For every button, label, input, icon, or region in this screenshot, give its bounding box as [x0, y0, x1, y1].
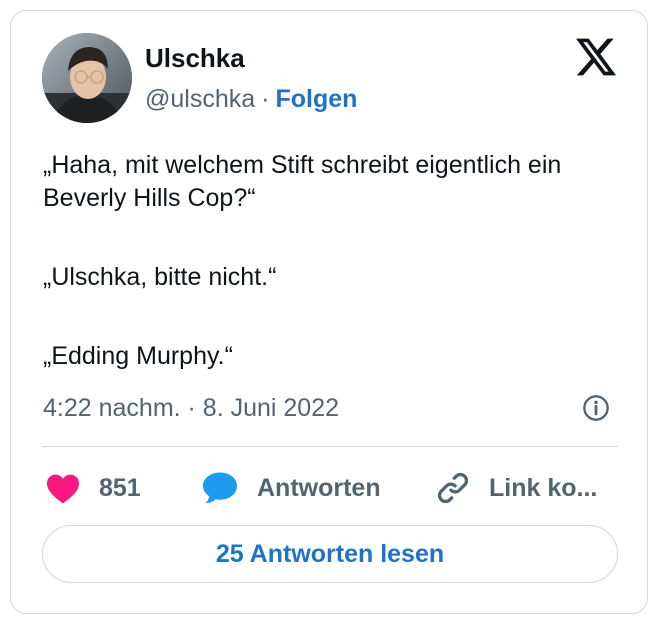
- like-count: 851: [99, 473, 141, 502]
- follow-button[interactable]: Folgen: [275, 85, 357, 113]
- tweet-line: „Haha, mit welchem Stift schreibt eigent…: [43, 151, 562, 212]
- tweet-line: „Edding Murphy.“: [43, 342, 233, 370]
- divider: [42, 446, 618, 447]
- link-icon: [437, 472, 469, 504]
- x-logo-icon[interactable]: [576, 38, 616, 76]
- copy-link-button[interactable]: Link ko...: [435, 466, 597, 510]
- avatar[interactable]: [42, 33, 132, 123]
- reply-bubble-icon: [203, 472, 237, 504]
- like-button[interactable]: 851: [45, 466, 141, 510]
- copy-link-label: Link ko...: [489, 473, 598, 502]
- author-name[interactable]: Ulschka: [145, 43, 245, 73]
- heart-icon: [47, 474, 79, 504]
- tweet-embed-card: Ulschka @ulschka · Folgen „Haha, mit welch…: [10, 10, 648, 614]
- separator-dot: ·: [261, 85, 270, 113]
- tweet-text: „Haha, mit welchem Stift schreibt eigent…: [43, 149, 633, 373]
- info-icon[interactable]: [582, 394, 610, 422]
- author-handle-line: @ulschka · Folgen: [145, 84, 357, 114]
- reply-label: Antworten: [257, 473, 381, 502]
- read-replies-button[interactable]: 25 Antworten lesen: [42, 525, 618, 583]
- author-handle[interactable]: @ulschka: [145, 85, 255, 113]
- reply-button[interactable]: Antworten: [201, 466, 381, 510]
- tweet-timestamp[interactable]: 4:22 nachm. · 8. Juni 2022: [43, 393, 339, 423]
- tweet-line: „Ulschka, bitte nicht.“: [43, 263, 277, 291]
